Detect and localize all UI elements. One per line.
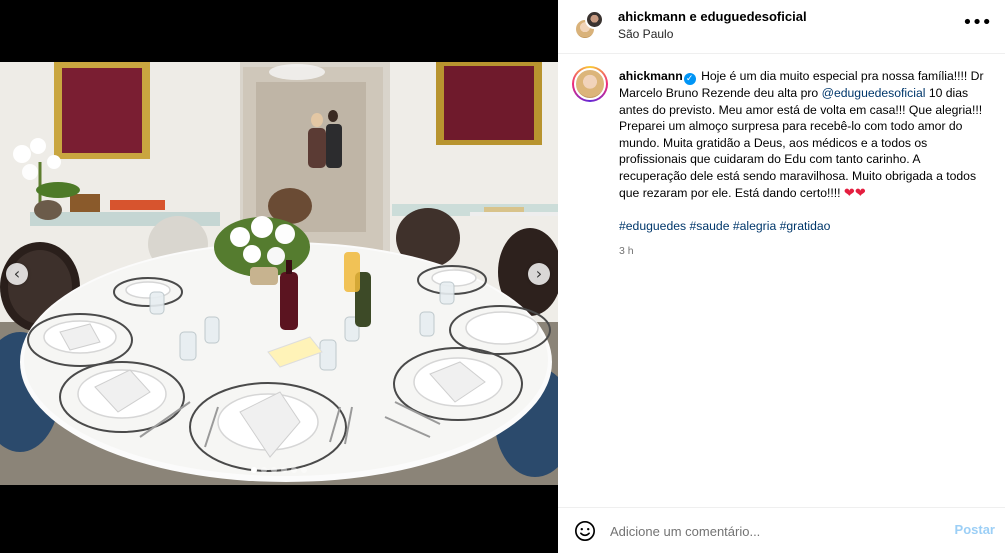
post-details-panel: ahickmann e eduguedesoficial São Paulo •…: [558, 0, 1005, 553]
post-location[interactable]: São Paulo: [618, 27, 673, 41]
carousel-dot: [281, 467, 287, 473]
post-comment-button[interactable]: Postar: [955, 522, 995, 537]
post-photo[interactable]: [0, 62, 558, 485]
carousel-dot: [301, 467, 307, 473]
caption-mention[interactable]: @eduguedesoficial: [822, 86, 926, 100]
comment-bar: Postar: [558, 507, 1005, 553]
post-caption: ahickmann ✓ Hoje é um dia muito especial …: [558, 54, 1005, 259]
carousel-dot: [261, 467, 267, 473]
caption-hashtags[interactable]: #eduguedes #saude #alegria #gratidao: [619, 218, 989, 235]
caption-username[interactable]: ahickmann: [619, 69, 683, 83]
comment-input[interactable]: [610, 520, 930, 542]
avatar[interactable]: [572, 66, 608, 102]
avatar: [585, 10, 604, 29]
post-media-pane: ‹ ›: [0, 0, 558, 553]
collab-avatars[interactable]: [574, 10, 606, 42]
carousel-indicator: [0, 467, 558, 473]
carousel-dot: [291, 467, 297, 473]
smiley-icon[interactable]: [574, 520, 596, 542]
post-header: ahickmann e eduguedesoficial São Paulo •…: [558, 0, 1005, 54]
chevron-right-icon: ›: [535, 264, 543, 283]
verified-badge-icon: ✓: [683, 73, 696, 85]
next-slide-button[interactable]: ›: [528, 263, 550, 285]
caption-text: 10 dias antes do previsto. Meu amor está…: [619, 86, 983, 200]
post-authors[interactable]: ahickmann e eduguedesoficial: [618, 9, 807, 24]
more-horizontal-icon[interactable]: •••: [962, 14, 992, 32]
post-timestamp[interactable]: 3 h: [619, 243, 989, 260]
carousel-dot: [271, 467, 277, 473]
caption-body: ahickmann ✓ Hoje é um dia muito especial …: [619, 68, 989, 259]
chevron-left-icon: ‹: [13, 264, 21, 283]
heart-emoji-icon: ❤❤: [843, 185, 866, 201]
previous-slide-button[interactable]: ‹: [6, 263, 28, 285]
carousel-dot: [251, 467, 257, 473]
